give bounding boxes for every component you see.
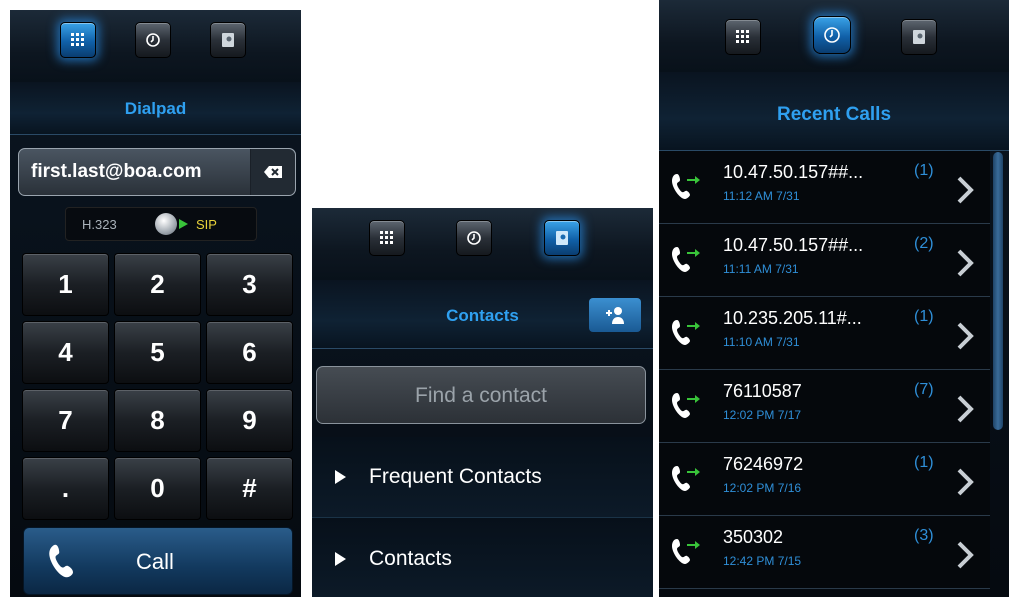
expand-arrow-icon	[335, 552, 346, 566]
tab-dialpad[interactable]	[725, 19, 761, 55]
contact-group-frequent[interactable]: Frequent Contacts	[312, 437, 653, 518]
recent-call-row[interactable]: 10.47.50.157##... 11:11 AM 7/31 (2)	[659, 224, 990, 297]
address-book-icon	[222, 33, 234, 47]
recent-calls-panel: Recent Calls 10.47.50.157##... 11:12 AM …	[659, 0, 1009, 597]
call-number: 10.47.50.157##...	[723, 162, 864, 182]
outgoing-call-icon	[672, 320, 700, 345]
call-count: (7)	[914, 381, 934, 398]
tab-dialpad[interactable]	[60, 22, 96, 58]
panel-header: Recent Calls	[659, 72, 1009, 151]
key-3[interactable]: 3	[206, 253, 293, 316]
panel-header: Dialpad	[10, 82, 301, 135]
toggle-knob[interactable]	[155, 213, 177, 235]
key-5[interactable]: 5	[114, 321, 201, 384]
scrollbar[interactable]	[993, 152, 1003, 430]
call-time: 11:10 AM 7/31	[723, 335, 800, 349]
call-count: (2)	[914, 235, 934, 252]
outgoing-call-icon	[672, 539, 700, 564]
add-contact-button[interactable]	[589, 298, 641, 332]
contact-search-input[interactable]: Find a contact	[316, 366, 646, 424]
call-count: (1)	[914, 308, 934, 325]
tab-bar	[10, 10, 301, 82]
outgoing-call-icon	[672, 247, 700, 272]
key-8[interactable]: 8	[114, 389, 201, 452]
tab-bar	[312, 208, 653, 280]
recent-call-row[interactable]: 76110587 12:02 PM 7/17 (7)	[659, 370, 990, 443]
address-value: first.last@boa.com	[31, 161, 202, 182]
call-count: (1)	[914, 454, 934, 471]
contact-group-label: Frequent Contacts	[369, 465, 542, 488]
address-field[interactable]: first.last@boa.com	[18, 148, 296, 196]
expand-arrow-icon	[335, 470, 346, 484]
recent-call-row[interactable]: 76246972 12:02 PM 7/16 (1)	[659, 443, 990, 516]
outgoing-call-icon	[672, 466, 700, 491]
contact-group-contacts[interactable]: Contacts	[312, 518, 653, 597]
key-7[interactable]: 7	[22, 389, 109, 452]
key-9[interactable]: 9	[206, 389, 293, 452]
call-time: 12:42 PM 7/15	[723, 554, 802, 568]
call-number: 76110587	[723, 381, 802, 401]
key-0[interactable]: 0	[114, 457, 201, 520]
call-count: (3)	[914, 527, 934, 544]
chevron-right-icon[interactable]	[955, 467, 975, 497]
tab-recent[interactable]	[813, 16, 851, 54]
outgoing-call-icon	[672, 393, 700, 418]
chevron-right-icon[interactable]	[955, 248, 975, 278]
call-number: 350302	[723, 527, 784, 547]
key-6[interactable]: 6	[206, 321, 293, 384]
search-placeholder: Find a contact	[415, 384, 547, 407]
chevron-right-icon[interactable]	[955, 540, 975, 570]
dialpad-grid-icon	[380, 231, 393, 244]
key-dot[interactable]: .	[22, 457, 109, 520]
contacts-panel: Contacts Find a contact Frequent Contact…	[312, 208, 653, 597]
call-time: 12:02 PM 7/16	[723, 481, 802, 495]
tab-dialpad[interactable]	[369, 220, 405, 256]
contact-group-label: Contacts	[369, 547, 452, 570]
address-book-icon	[556, 231, 568, 245]
dialpad-grid-icon	[736, 30, 749, 43]
chevron-right-icon[interactable]	[955, 175, 975, 205]
key-hash[interactable]: #	[206, 457, 293, 520]
chevron-right-icon[interactable]	[955, 394, 975, 424]
call-time: 11:11 AM 7/31	[723, 262, 799, 276]
page-title: Recent Calls	[776, 104, 892, 125]
protocol-h323-label: H.323	[82, 217, 117, 232]
call-button[interactable]: Call	[23, 527, 293, 595]
dialpad-panel: Dialpad first.last@boa.com H.323 SIP 1 2…	[10, 10, 301, 597]
call-count: (1)	[914, 162, 934, 179]
protocol-toggle[interactable]: H.323 SIP	[65, 207, 257, 241]
tab-recent[interactable]	[456, 220, 492, 256]
tab-contacts[interactable]	[901, 19, 937, 55]
outgoing-call-icon	[672, 174, 700, 199]
recent-call-row[interactable]: 10.235.205.11#... 11:10 AM 7/31 (1)	[659, 297, 990, 370]
toggle-arrow-icon	[179, 219, 188, 229]
page-title: Dialpad	[124, 99, 187, 118]
key-1[interactable]: 1	[22, 253, 109, 316]
clock-icon	[824, 27, 840, 43]
backspace-button[interactable]	[250, 149, 295, 195]
protocol-sip-label: SIP	[196, 217, 217, 232]
clock-icon	[467, 231, 481, 245]
clock-icon	[146, 33, 160, 47]
tab-contacts[interactable]	[544, 220, 580, 256]
recent-call-row[interactable]: 350302 12:42 PM 7/15 (3)	[659, 516, 990, 589]
key-4[interactable]: 4	[22, 321, 109, 384]
call-number: 10.47.50.157##...	[723, 235, 864, 255]
call-time: 11:12 AM 7/31	[723, 189, 800, 203]
key-2[interactable]: 2	[114, 253, 201, 316]
dialpad-grid-icon	[71, 33, 84, 46]
tab-contacts[interactable]	[210, 22, 246, 58]
chevron-right-icon[interactable]	[955, 321, 975, 351]
call-button-label: Call	[136, 549, 174, 574]
call-time: 12:02 PM 7/17	[723, 408, 802, 422]
tab-bar	[659, 0, 1009, 72]
call-number: 76246972	[723, 454, 804, 474]
tab-recent[interactable]	[135, 22, 171, 58]
recent-call-row[interactable]: 10.47.50.157##... 11:12 AM 7/31 (1)	[659, 151, 990, 224]
add-contact-icon	[606, 307, 624, 324]
address-book-icon	[913, 30, 925, 44]
phone-handset-icon	[49, 544, 73, 578]
call-number: 10.235.205.11#...	[723, 308, 862, 328]
backspace-icon	[264, 166, 282, 178]
